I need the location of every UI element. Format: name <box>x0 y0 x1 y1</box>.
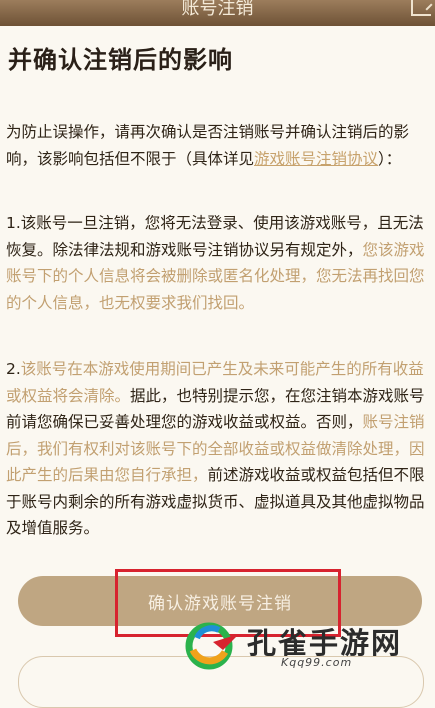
intro-text-end: ）： <box>378 149 402 168</box>
intro-paragraph: 为防止误操作，请再次确认是否注销账号并确认注销后的影响，该影响包括但不限于（具体… <box>6 119 432 172</box>
page-title: 账号注销 <box>181 0 254 19</box>
section-heading: 并确认注销后的影响 <box>8 46 233 74</box>
item2-prefix: 2. <box>6 360 21 378</box>
agreement-link[interactable]: 游戏账号注销协议 <box>254 150 378 168</box>
watermark-url: Kqq99.com <box>281 656 353 669</box>
impact-item-2: 2.该账号在本游戏使用期间已产生及未来可能产生的所有收益或权益将会清除。据此，也… <box>6 356 432 542</box>
peacock-logo-icon <box>185 622 239 670</box>
square-corner-icon[interactable] <box>411 0 431 16</box>
watermark: 孔雀手游网 Kqq99.com <box>183 618 433 672</box>
impact-item-1: 1.该账号一旦注销，您将无法登录、使用该游戏账号，且无法恢复。除法律法规和游戏账… <box>6 210 432 316</box>
item1-text: 1.该账号一旦注销，您将无法登录、使用该游戏账号，且无法恢复。除法律法规和游戏账… <box>6 214 424 259</box>
title-bar: 账号注销 <box>0 0 435 26</box>
